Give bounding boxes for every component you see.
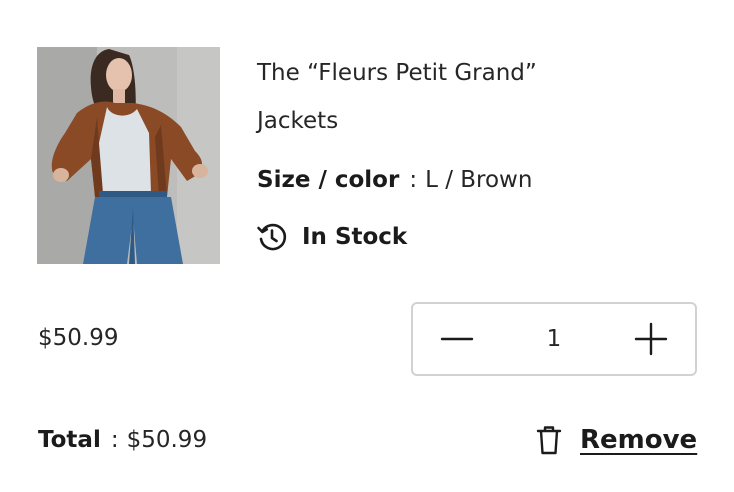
cart-line-item: The “Fleurs Petit Grand” Jackets Size / … bbox=[0, 0, 734, 492]
plus-icon bbox=[634, 322, 668, 356]
product-category: Jackets bbox=[257, 108, 339, 134]
variant-value: L / Brown bbox=[425, 167, 533, 193]
total-label: Total bbox=[38, 427, 101, 453]
product-variant: Size / color: L / Brown bbox=[257, 167, 532, 193]
quantity-decrement-button[interactable] bbox=[439, 321, 475, 357]
remove-label: Remove bbox=[580, 425, 698, 455]
product-title[interactable]: The “Fleurs Petit Grand” bbox=[257, 60, 537, 86]
stock-status-label: In Stock bbox=[302, 224, 408, 250]
stock-status: In Stock bbox=[256, 221, 407, 253]
minus-icon bbox=[440, 337, 474, 341]
line-total: Total: $50.99 bbox=[38, 427, 207, 453]
quantity-increment-button[interactable] bbox=[633, 321, 669, 357]
remove-button[interactable]: Remove bbox=[534, 424, 697, 456]
product-image[interactable] bbox=[37, 47, 220, 264]
total-separator: : bbox=[110, 427, 119, 453]
total-value: $50.99 bbox=[126, 427, 208, 453]
quantity-value[interactable]: 1 bbox=[534, 326, 574, 352]
product-photo-illustration bbox=[37, 47, 220, 264]
trash-icon bbox=[534, 424, 564, 456]
clock-history-icon bbox=[256, 221, 288, 253]
unit-price: $50.99 bbox=[38, 325, 119, 351]
variant-separator: : bbox=[409, 167, 418, 193]
variant-label: Size / color bbox=[257, 167, 400, 193]
quantity-stepper: 1 bbox=[411, 302, 697, 376]
